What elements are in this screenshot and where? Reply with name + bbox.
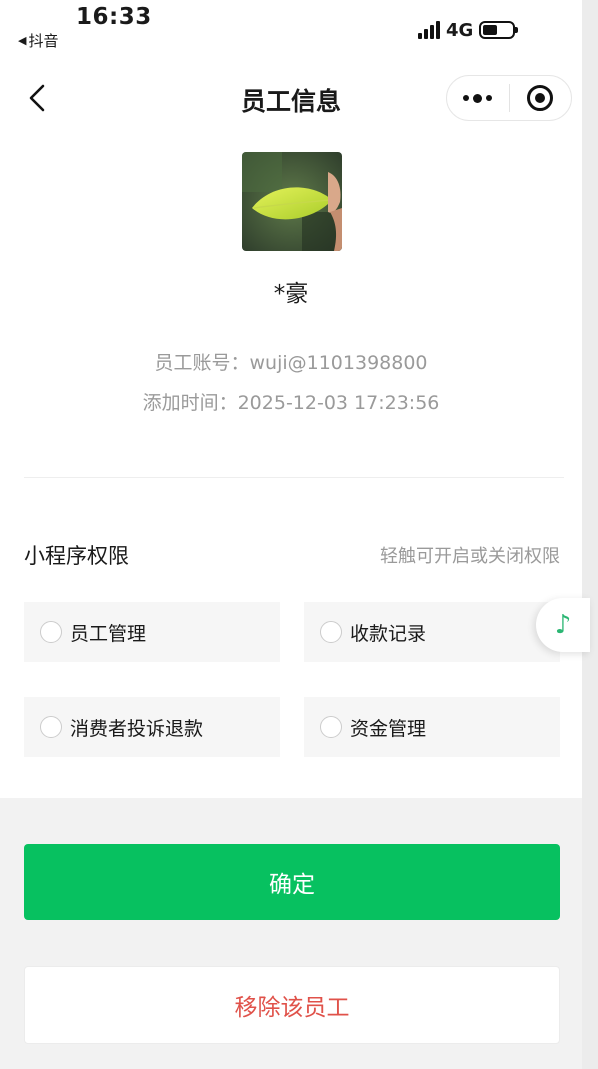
back-triangle-icon: ◀ <box>18 34 27 47</box>
employee-avatar <box>242 152 342 251</box>
radio-unchecked-icon <box>320 716 342 738</box>
battery-icon <box>479 21 519 39</box>
permission-option-funds-management[interactable]: 资金管理 <box>304 697 560 757</box>
permission-label: 消费者投诉退款 <box>70 717 204 740</box>
permission-label: 员工管理 <box>70 622 147 645</box>
permission-option-complaint-refund[interactable]: 消费者投诉退款 <box>24 697 280 757</box>
miniprogram-capsule <box>446 75 572 121</box>
back-to-app-link[interactable]: ◀ 抖音 <box>18 30 58 51</box>
permission-option-payment-records[interactable]: 收款记录 <box>304 602 560 662</box>
music-note-icon: ♪ <box>554 610 572 640</box>
close-miniprogram-button[interactable] <box>510 76 572 120</box>
permissions-hint: 轻触可开启或关闭权限 <box>380 546 560 567</box>
radio-unchecked-icon <box>320 621 342 643</box>
music-floating-button[interactable]: ♪ <box>536 598 590 652</box>
permission-label: 资金管理 <box>350 717 427 740</box>
leaf-avatar-image <box>242 152 342 251</box>
employee-added-time: 添加时间：2025-12-03 17:23:56 <box>142 392 440 414</box>
employee-name: *豪 <box>273 281 309 307</box>
radio-unchecked-icon <box>40 621 62 643</box>
permissions-title: 小程序权限 <box>24 544 129 568</box>
signal-icon <box>418 21 440 39</box>
remove-employee-button[interactable]: 移除该员工 <box>24 966 560 1044</box>
confirm-button[interactable]: 确定 <box>24 844 560 920</box>
more-button[interactable] <box>447 76 509 120</box>
back-app-label: 抖音 <box>28 32 59 50</box>
permission-option-staff-management[interactable]: 员工管理 <box>24 602 280 662</box>
target-close-icon <box>527 85 554 111</box>
divider <box>24 477 564 478</box>
permission-label: 收款记录 <box>350 622 427 645</box>
employee-account: 员工账号：wuji@1101398800 <box>154 352 428 374</box>
page: 16:33 ◀ 抖音 4G 员工信息 *豪 员工账号：wuji@11013988… <box>0 0 598 1069</box>
radio-unchecked-icon <box>40 716 62 738</box>
status-indicators: 4G <box>418 18 519 42</box>
more-dots-icon <box>463 93 493 103</box>
side-strip <box>582 0 598 1069</box>
network-type: 4G <box>446 19 474 41</box>
status-time: 16:33 <box>76 4 152 30</box>
